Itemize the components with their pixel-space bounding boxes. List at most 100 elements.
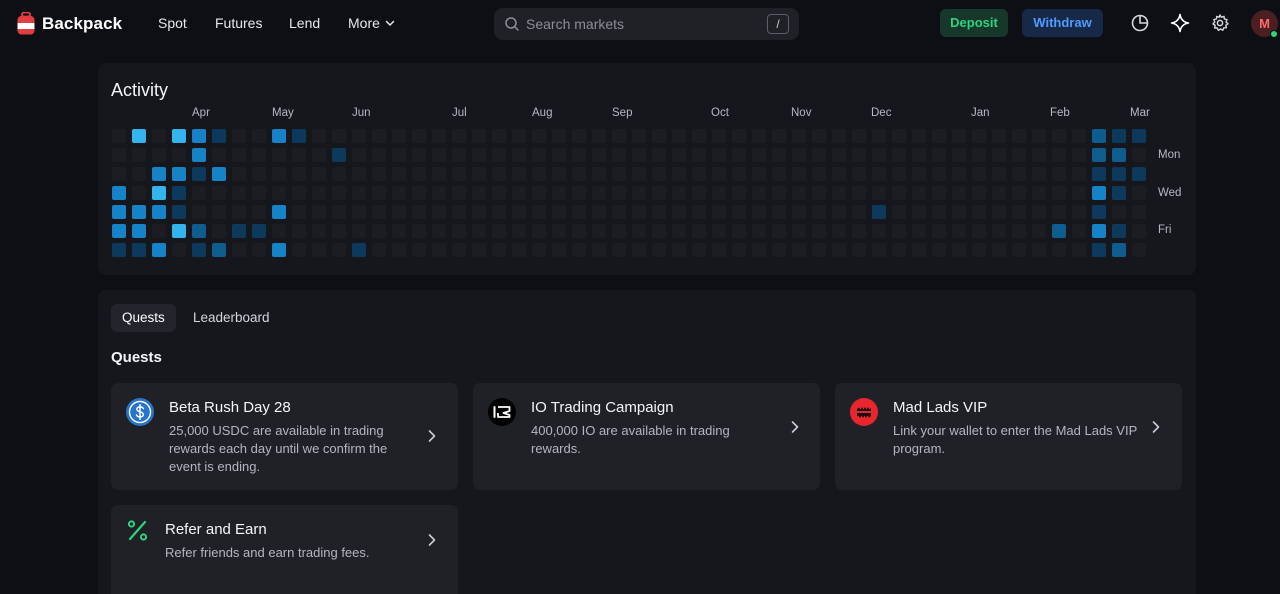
activity-cell[interactable] bbox=[292, 167, 306, 181]
activity-cell[interactable] bbox=[492, 186, 506, 200]
activity-cell[interactable] bbox=[172, 186, 186, 200]
activity-cell[interactable] bbox=[392, 129, 406, 143]
activity-cell[interactable] bbox=[132, 186, 146, 200]
activity-cell[interactable] bbox=[1072, 205, 1086, 219]
activity-cell[interactable] bbox=[312, 186, 326, 200]
activity-cell[interactable] bbox=[1012, 224, 1026, 238]
activity-cell[interactable] bbox=[732, 243, 746, 257]
activity-cell[interactable] bbox=[1092, 148, 1106, 162]
activity-cell[interactable] bbox=[652, 148, 666, 162]
activity-cell[interactable] bbox=[912, 129, 926, 143]
activity-cell[interactable] bbox=[412, 243, 426, 257]
activity-cell[interactable] bbox=[852, 243, 866, 257]
activity-cell[interactable] bbox=[512, 205, 526, 219]
activity-cell[interactable] bbox=[192, 129, 206, 143]
activity-cell[interactable] bbox=[172, 129, 186, 143]
activity-cell[interactable] bbox=[512, 224, 526, 238]
activity-cell[interactable] bbox=[172, 167, 186, 181]
activity-cell[interactable] bbox=[532, 205, 546, 219]
activity-cell[interactable] bbox=[552, 205, 566, 219]
activity-cell[interactable] bbox=[692, 167, 706, 181]
activity-cell[interactable] bbox=[872, 205, 886, 219]
activity-cell[interactable] bbox=[292, 186, 306, 200]
activity-cell[interactable] bbox=[952, 243, 966, 257]
activity-cell[interactable] bbox=[812, 205, 826, 219]
activity-cell[interactable] bbox=[152, 224, 166, 238]
activity-cell[interactable] bbox=[532, 224, 546, 238]
activity-cell[interactable] bbox=[372, 224, 386, 238]
activity-cell[interactable] bbox=[192, 148, 206, 162]
activity-cell[interactable] bbox=[872, 224, 886, 238]
activity-cell[interactable] bbox=[412, 167, 426, 181]
activity-cell[interactable] bbox=[852, 186, 866, 200]
activity-cell[interactable] bbox=[152, 186, 166, 200]
quest-card-beta-rush[interactable]: Beta Rush Day 28 25,000 USDC are availab… bbox=[111, 383, 458, 490]
activity-cell[interactable] bbox=[312, 167, 326, 181]
activity-cell[interactable] bbox=[932, 148, 946, 162]
activity-cell[interactable] bbox=[552, 129, 566, 143]
activity-cell[interactable] bbox=[572, 205, 586, 219]
activity-cell[interactable] bbox=[1052, 129, 1066, 143]
activity-cell[interactable] bbox=[1112, 205, 1126, 219]
activity-cell[interactable] bbox=[392, 205, 406, 219]
sparkle-icon[interactable] bbox=[1170, 13, 1190, 33]
activity-cell[interactable] bbox=[132, 167, 146, 181]
activity-cell[interactable] bbox=[332, 243, 346, 257]
activity-cell[interactable] bbox=[392, 224, 406, 238]
activity-cell[interactable] bbox=[992, 129, 1006, 143]
activity-cell[interactable] bbox=[212, 186, 226, 200]
activity-cell[interactable] bbox=[852, 224, 866, 238]
activity-cell[interactable] bbox=[532, 148, 546, 162]
activity-cell[interactable] bbox=[332, 129, 346, 143]
activity-cell[interactable] bbox=[1012, 243, 1026, 257]
activity-cell[interactable] bbox=[1112, 148, 1126, 162]
activity-cell[interactable] bbox=[192, 224, 206, 238]
activity-cell[interactable] bbox=[692, 224, 706, 238]
activity-cell[interactable] bbox=[952, 129, 966, 143]
activity-cell[interactable] bbox=[592, 243, 606, 257]
activity-cell[interactable] bbox=[552, 186, 566, 200]
activity-cell[interactable] bbox=[1092, 224, 1106, 238]
activity-cell[interactable] bbox=[1012, 167, 1026, 181]
activity-cell[interactable] bbox=[152, 243, 166, 257]
activity-cell[interactable] bbox=[452, 167, 466, 181]
activity-cell[interactable] bbox=[832, 205, 846, 219]
activity-cell[interactable] bbox=[1092, 167, 1106, 181]
activity-cell[interactable] bbox=[572, 224, 586, 238]
activity-cell[interactable] bbox=[692, 243, 706, 257]
activity-cell[interactable] bbox=[232, 224, 246, 238]
activity-cell[interactable] bbox=[692, 186, 706, 200]
activity-cell[interactable] bbox=[912, 224, 926, 238]
activity-cell[interactable] bbox=[592, 129, 606, 143]
activity-cell[interactable] bbox=[632, 148, 646, 162]
activity-cell[interactable] bbox=[232, 129, 246, 143]
search-box[interactable]: / bbox=[494, 8, 799, 40]
activity-cell[interactable] bbox=[1052, 167, 1066, 181]
activity-cell[interactable] bbox=[1132, 205, 1146, 219]
activity-cell[interactable] bbox=[492, 224, 506, 238]
activity-cell[interactable] bbox=[892, 129, 906, 143]
activity-cell[interactable] bbox=[732, 186, 746, 200]
activity-cell[interactable] bbox=[452, 129, 466, 143]
activity-cell[interactable] bbox=[272, 186, 286, 200]
activity-cell[interactable] bbox=[1032, 148, 1046, 162]
activity-cell[interactable] bbox=[392, 148, 406, 162]
activity-cell[interactable] bbox=[432, 186, 446, 200]
activity-cell[interactable] bbox=[572, 186, 586, 200]
activity-cell[interactable] bbox=[672, 224, 686, 238]
quest-card-io-trading[interactable]: IO Trading Campaign 400,000 IO are avail… bbox=[473, 383, 820, 490]
activity-cell[interactable] bbox=[832, 129, 846, 143]
activity-cell[interactable] bbox=[352, 205, 366, 219]
activity-cell[interactable] bbox=[352, 148, 366, 162]
activity-cell[interactable] bbox=[892, 243, 906, 257]
activity-cell[interactable] bbox=[192, 205, 206, 219]
activity-cell[interactable] bbox=[632, 186, 646, 200]
activity-cell[interactable] bbox=[832, 148, 846, 162]
activity-cell[interactable] bbox=[532, 243, 546, 257]
activity-cell[interactable] bbox=[812, 148, 826, 162]
activity-cell[interactable] bbox=[652, 205, 666, 219]
activity-cell[interactable] bbox=[1052, 186, 1066, 200]
activity-cell[interactable] bbox=[252, 129, 266, 143]
activity-cell[interactable] bbox=[532, 186, 546, 200]
activity-cell[interactable] bbox=[472, 243, 486, 257]
